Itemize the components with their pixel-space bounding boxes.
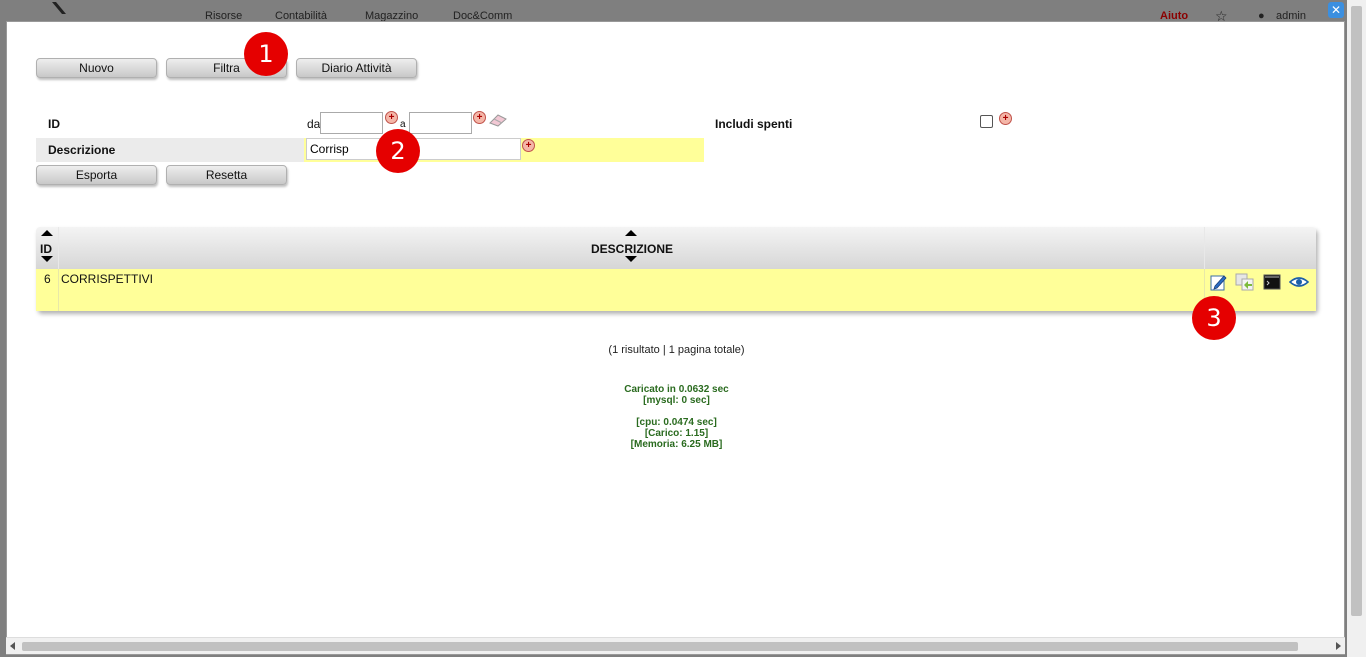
eraser-icon[interactable] [488, 113, 508, 127]
stats-loaded: Caricato in 0.0632 sec [624, 384, 729, 395]
column-header-descrizione[interactable]: DESCRIZIONE [59, 227, 1205, 269]
horizontal-scroll-thumb[interactable] [22, 642, 1298, 651]
table-row[interactable]: 6 CORRISPETTIVI [36, 269, 1316, 311]
column-header-actions [1205, 227, 1316, 269]
include-off-checkbox[interactable] [980, 115, 993, 128]
background-navbar: Risorse Contabilità Magazzino Doc&Comm A… [0, 0, 1366, 24]
stats-mysql: [mysql: 0 sec] [643, 395, 710, 406]
duplicate-icon[interactable] [1235, 273, 1255, 291]
id-filter-label: ID [48, 117, 60, 131]
column-header-id[interactable]: ID [36, 227, 59, 269]
callout-2: 2 [376, 129, 420, 173]
stats-load: [Carico: 1.15] [644, 428, 709, 439]
modal-window: Nuovo Filtra Diario Attività ID da + a +… [6, 21, 1345, 655]
table-header: ID DESCRIZIONE [36, 227, 1316, 269]
include-off-add-icon[interactable]: + [999, 112, 1012, 125]
description-filter-label: Descrizione [48, 143, 116, 157]
sort-desc-icon[interactable] [41, 256, 53, 262]
activity-log-button[interactable]: Diario Attività [296, 58, 417, 78]
id-to-input[interactable] [409, 112, 472, 134]
callout-1: 1 [244, 32, 288, 76]
edit-icon[interactable] [1210, 273, 1228, 291]
include-off-label: Includi spenti [715, 117, 793, 131]
export-button[interactable]: Esporta [36, 165, 157, 185]
scroll-left-icon[interactable] [10, 642, 15, 650]
sort-desc-icon[interactable] [625, 256, 637, 262]
stats-memory: [Memoria: 6.25 MB] [630, 439, 723, 450]
cell-descrizione: CORRISPETTIVI [59, 269, 1205, 311]
id-to-add-icon[interactable]: + [473, 111, 486, 124]
stats-cpu: [cpu: 0.0474 sec] [636, 417, 717, 428]
callout-3: 3 [1192, 296, 1236, 340]
cell-id: 6 [36, 269, 59, 311]
modal-close-button[interactable]: ✕ [1328, 2, 1344, 18]
terminal-icon[interactable] [1263, 273, 1281, 291]
app-logo-icon [52, 2, 66, 14]
new-button[interactable]: Nuovo [36, 58, 157, 78]
id-from-add-icon[interactable]: + [385, 111, 398, 124]
description-add-icon[interactable]: + [522, 139, 535, 152]
vertical-scrollbar[interactable] [1347, 0, 1366, 657]
vertical-scroll-thumb[interactable] [1351, 6, 1362, 616]
sort-asc-icon[interactable] [41, 230, 53, 236]
reset-button[interactable]: Resetta [166, 165, 287, 185]
results-table: ID DESCRIZIONE 6 CORRISPETTIVI [36, 227, 1316, 311]
scroll-right-icon[interactable] [1336, 642, 1341, 650]
view-eye-icon[interactable] [1289, 273, 1309, 291]
id-from-input[interactable] [320, 112, 383, 134]
pagination-info: (1 risultato | 1 pagina totale) [608, 344, 745, 356]
horizontal-scrollbar[interactable] [6, 637, 1345, 654]
from-label: da [307, 117, 321, 131]
sort-asc-icon[interactable] [625, 230, 637, 236]
